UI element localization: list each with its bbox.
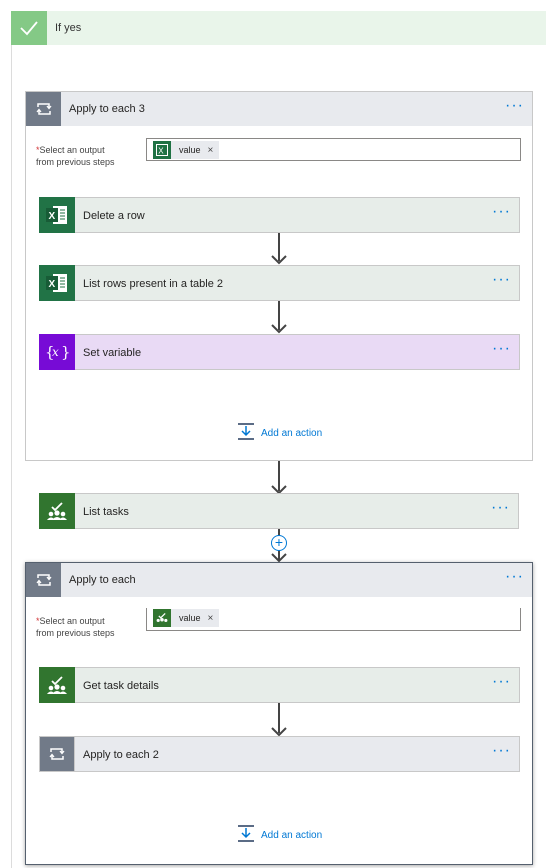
add-an-action-button[interactable]: Add an action — [237, 423, 322, 443]
action-title: Set variable — [83, 347, 142, 359]
get-task-details-action[interactable]: Get task details ··· — [39, 667, 520, 703]
svg-text:}: } — [61, 343, 70, 361]
action-title: List rows present in a table 2 — [83, 278, 224, 290]
arrowhead — [271, 324, 287, 334]
more-options-button[interactable]: ··· — [492, 743, 511, 759]
more-options-button[interactable]: ··· — [491, 500, 510, 516]
more-options-button[interactable]: ··· — [505, 98, 524, 114]
svg-text:X: X — [49, 211, 56, 222]
apply-to-each-2-action[interactable]: Apply to each 2 ··· — [39, 736, 520, 772]
select-output-field[interactable]: value × — [146, 608, 521, 631]
if-yes-title: If yes — [55, 22, 82, 34]
set-variable-action[interactable]: {x} Set variable ··· — [39, 334, 520, 370]
more-options-button[interactable]: ··· — [505, 569, 524, 585]
excel-icon: X — [153, 141, 171, 159]
value-token[interactable]: X value × — [153, 141, 220, 159]
apply-to-each-header[interactable]: Apply to each ··· — [26, 563, 532, 597]
add-action-icon — [237, 825, 255, 845]
variable-icon: {x} — [39, 334, 75, 370]
apply-to-each-title: Apply to each — [69, 574, 136, 586]
excel-icon: X — [39, 265, 75, 301]
checkmark-icon — [11, 11, 47, 45]
action-title: Apply to each 2 — [83, 749, 159, 761]
svg-text:X: X — [158, 147, 164, 156]
more-options-button[interactable]: ··· — [492, 272, 511, 288]
value-token[interactable]: value × — [153, 609, 220, 627]
more-options-button[interactable]: ··· — [492, 674, 511, 690]
add-action-icon — [237, 423, 255, 443]
svg-text:X: X — [49, 279, 56, 290]
apply-to-each-container: Apply to each ··· *Select an output from … — [25, 562, 533, 865]
select-output-field[interactable]: X value × — [146, 138, 521, 161]
action-title: List tasks — [83, 506, 129, 518]
loop-icon — [26, 92, 61, 126]
planner-icon — [39, 667, 75, 703]
action-title: Get task details — [83, 680, 159, 692]
remove-token-button[interactable]: × — [208, 145, 214, 156]
list-rows-action[interactable]: X List rows present in a table 2 ··· — [39, 265, 520, 301]
remove-token-button[interactable]: × — [208, 613, 214, 624]
list-tasks-action[interactable]: List tasks ··· — [39, 493, 519, 529]
svg-text:x: x — [52, 345, 59, 359]
apply-to-each-3-header[interactable]: Apply to each 3 ··· — [26, 92, 532, 126]
action-title: Delete a row — [83, 210, 145, 222]
loop-icon — [26, 563, 61, 597]
planner-icon — [153, 609, 171, 627]
arrowhead — [271, 255, 287, 265]
select-output-label: *Select an output from previous steps — [36, 616, 115, 638]
excel-icon: X — [39, 197, 75, 233]
delete-a-row-action[interactable]: X Delete a row ··· — [39, 197, 520, 233]
add-an-action-button[interactable]: Add an action — [237, 825, 322, 845]
loop-icon — [39, 736, 75, 772]
more-options-button[interactable]: ··· — [492, 204, 511, 220]
select-output-label: *Select an output from previous steps — [36, 145, 115, 167]
planner-icon — [39, 493, 75, 529]
apply-to-each-3-title: Apply to each 3 — [69, 103, 145, 115]
insert-step-button[interactable]: + — [271, 535, 287, 551]
apply-to-each-3-container: Apply to each 3 ··· *Select an output fro… — [25, 91, 533, 461]
more-options-button[interactable]: ··· — [492, 341, 511, 357]
if-yes-header[interactable] — [11, 11, 546, 45]
